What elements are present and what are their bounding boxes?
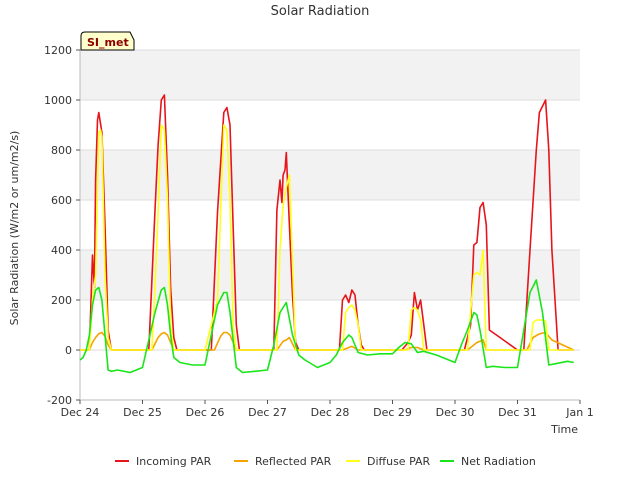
chart-title: Solar Radiation: [271, 4, 370, 19]
station-badge-label: SI_met: [87, 36, 129, 49]
legend-label-diffuse-par: Diffuse PAR: [367, 455, 431, 468]
y-tick-label-5: 800: [51, 144, 72, 157]
x-tick-label-3: Dec 27: [248, 406, 287, 419]
x-tick-label-6: Dec 30: [436, 406, 475, 419]
y-tick-label-2: 200: [51, 294, 72, 307]
legend: Incoming PAR Reflected PAR Diffuse PAR Net …: [115, 455, 536, 468]
y-tick-label-4: 600: [51, 194, 72, 207]
x-axis-ticks: Dec 24 Dec 25 Dec 26 Dec 27 Dec 28 Dec 29 Dec …: [61, 400, 594, 419]
x-tick-label-7: Dec 31: [498, 406, 537, 419]
x-tick-label-2: Dec 26: [186, 406, 225, 419]
x-tick-label-5: Dec 29: [373, 406, 412, 419]
x-axis-label: Time: [550, 423, 578, 436]
y-tick-label-7: 1200: [44, 44, 72, 57]
y-tick-label-6: 1000: [44, 94, 72, 107]
shaded-band-2: [80, 50, 580, 100]
y-axis-label: Solar Radiation (W/m2 or um/m2/s): [8, 131, 21, 326]
station-badge: SI_met: [80, 31, 135, 51]
y-axis-ticks: -200020040060080010001200: [44, 44, 80, 407]
x-tick-label-0: Dec 24: [61, 406, 100, 419]
y-tick-label-3: 400: [51, 244, 72, 257]
x-tick-label-4: Dec 28: [311, 406, 350, 419]
solar-radiation-chart: Solar Radiation -20002004006008001000120…: [8, 4, 594, 468]
y-tick-label-1: 0: [65, 344, 72, 357]
legend-label-incoming-par: Incoming PAR: [136, 455, 212, 468]
legend-label-reflected-par: Reflected PAR: [255, 455, 332, 468]
x-tick-label-8: Jan 1: [565, 406, 593, 419]
shaded-band-1: [80, 150, 580, 200]
x-tick-label-1: Dec 25: [123, 406, 162, 419]
legend-label-net-radiation: Net Radiation: [461, 455, 536, 468]
